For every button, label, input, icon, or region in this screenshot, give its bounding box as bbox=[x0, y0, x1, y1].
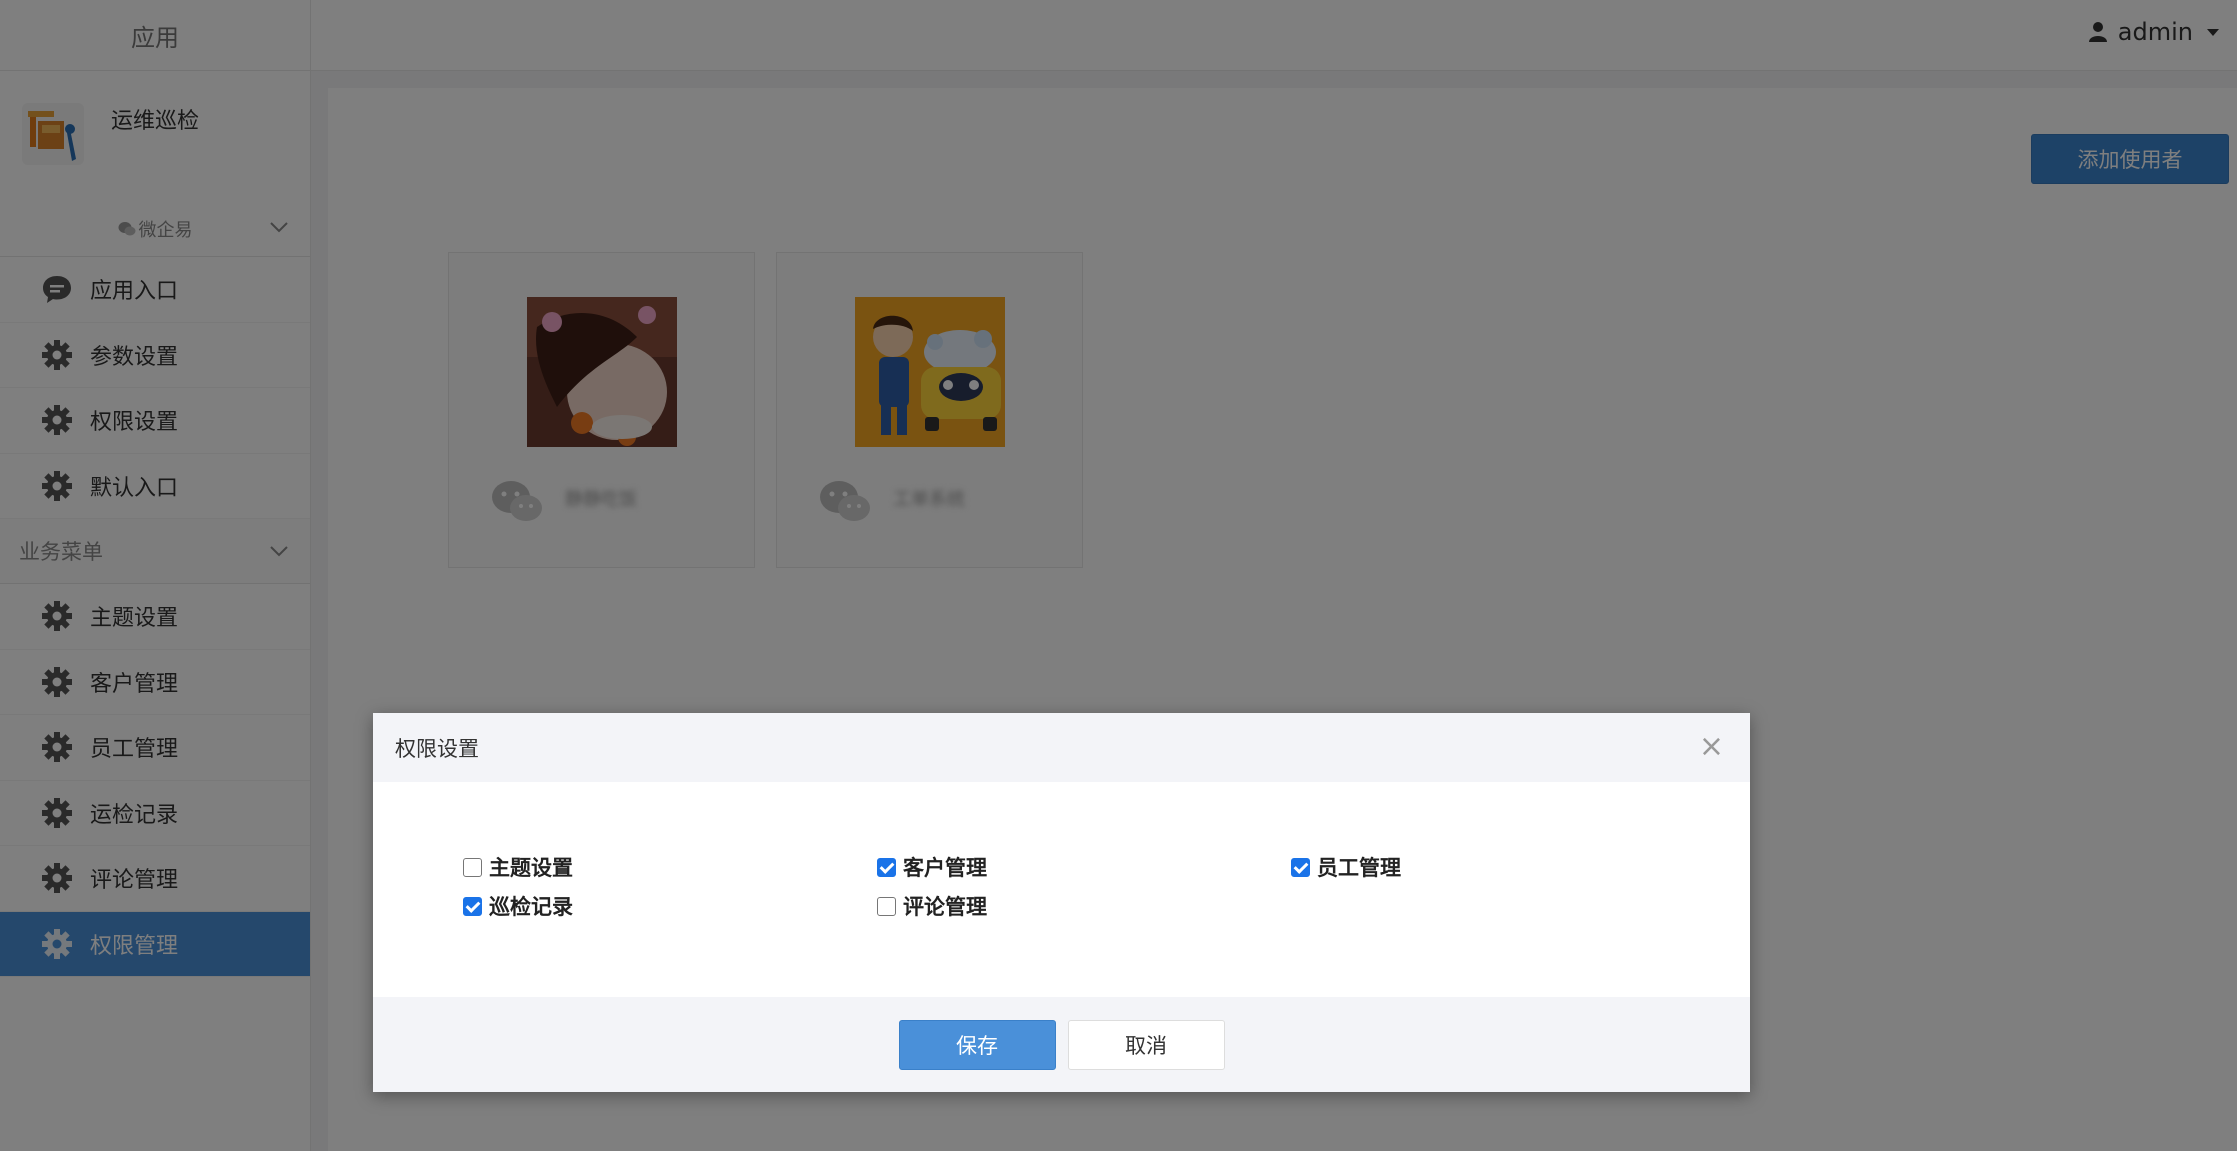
permission-checkbox-theme[interactable]: 主题设置 bbox=[463, 852, 573, 882]
checkbox-unchecked[interactable] bbox=[463, 857, 482, 877]
checkbox-checked[interactable] bbox=[463, 896, 482, 916]
checkbox-checked[interactable] bbox=[877, 857, 896, 877]
permission-label: 员工管理 bbox=[1317, 856, 1401, 880]
dialog-footer: 保存 取消 bbox=[373, 997, 1750, 1092]
close-icon[interactable]: × bbox=[1699, 732, 1724, 762]
save-button[interactable]: 保存 bbox=[898, 1019, 1056, 1070]
permission-label: 巡检记录 bbox=[489, 895, 573, 919]
permission-label: 评论管理 bbox=[903, 895, 987, 919]
permission-label: 主题设置 bbox=[489, 856, 573, 880]
dialog-body: 主题设置 客户管理 员工管理 巡检记录 评论管理 bbox=[373, 782, 1750, 997]
permission-checkbox-comments[interactable]: 评论管理 bbox=[877, 891, 987, 921]
dialog-header: 权限设置 × bbox=[373, 713, 1750, 782]
cancel-button[interactable]: 取消 bbox=[1067, 1019, 1225, 1070]
dialog-title: 权限设置 bbox=[395, 736, 479, 761]
checkbox-unchecked[interactable] bbox=[877, 896, 896, 916]
permission-checkbox-inspection[interactable]: 巡检记录 bbox=[463, 891, 573, 921]
permission-label: 客户管理 bbox=[903, 856, 987, 880]
permission-checkbox-customers[interactable]: 客户管理 bbox=[877, 852, 987, 882]
checkbox-checked[interactable] bbox=[1291, 857, 1310, 877]
permission-checkbox-employees[interactable]: 员工管理 bbox=[1291, 852, 1401, 882]
permission-settings-dialog: 权限设置 × 主题设置 客户管理 员工管理 巡检记录 评论管理 保存 取消 bbox=[373, 713, 1750, 1092]
